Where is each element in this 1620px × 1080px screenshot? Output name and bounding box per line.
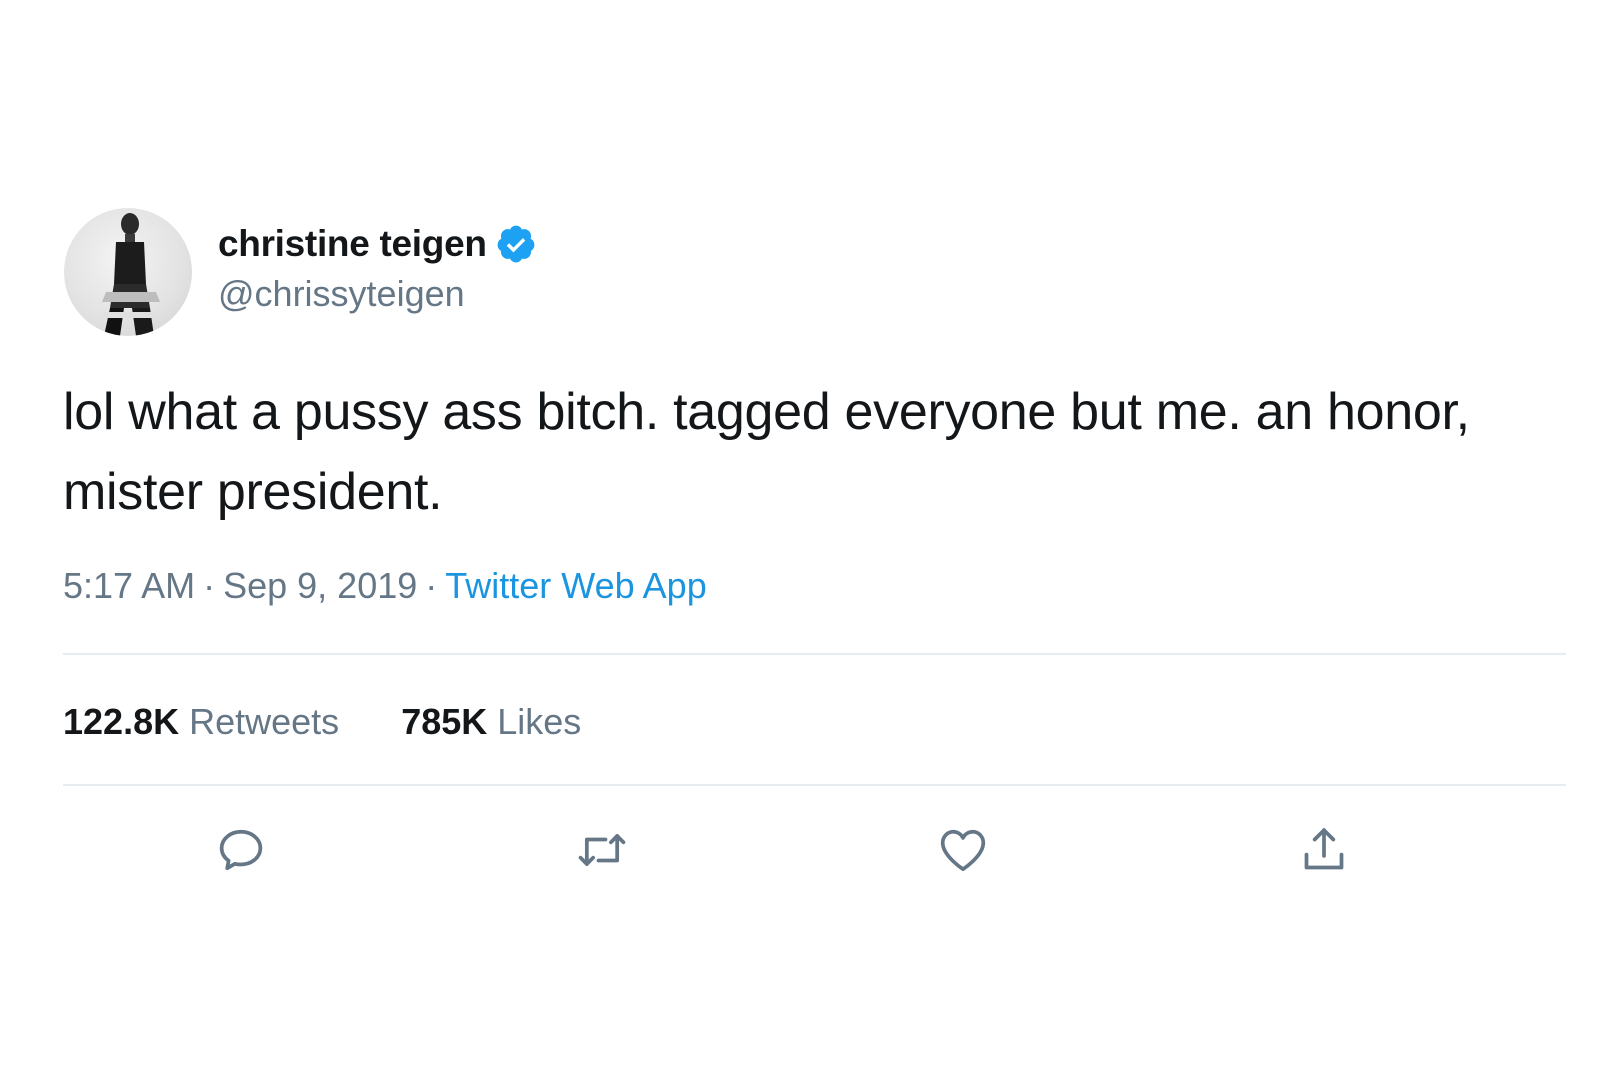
avatar[interactable] (64, 208, 192, 336)
tweet-stats: 122.8K Retweets 785K Likes (63, 700, 581, 744)
meta-separator: · (203, 565, 216, 606)
likes-stat[interactable]: 785K Likes (401, 700, 581, 744)
divider (63, 784, 1566, 786)
tweet-source-link[interactable]: Twitter Web App (445, 565, 706, 606)
retweets-count: 122.8K (63, 701, 180, 742)
retweets-stat[interactable]: 122.8K Retweets (63, 700, 339, 744)
meta-separator: · (425, 565, 438, 606)
tweet-text: lol what a pussy ass bitch. tagged every… (63, 383, 1470, 521)
verified-badge-icon (495, 223, 537, 265)
avatar-photo (102, 213, 160, 336)
tweet-card: christine teigen @chrissyteigen lol what… (63, 0, 1566, 1080)
author-name-row: christine teigen (218, 220, 537, 268)
author-handle[interactable]: @chrissyteigen (218, 272, 465, 316)
tweet-time[interactable]: 5:17 AM (63, 565, 195, 606)
retweet-icon (578, 834, 626, 866)
action-bar (63, 822, 1566, 878)
heart-icon (940, 829, 986, 871)
like-button[interactable] (935, 822, 991, 878)
display-name[interactable]: christine teigen (218, 220, 487, 268)
reply-icon (219, 829, 263, 871)
share-button[interactable] (1296, 822, 1352, 878)
retweets-label: Retweets (189, 701, 340, 742)
likes-label: Likes (497, 701, 582, 742)
tweet-meta: 5:17 AM · Sep 9, 2019 · Twitter Web App (63, 564, 707, 608)
reply-button[interactable] (213, 822, 269, 878)
retweet-button[interactable] (574, 822, 630, 878)
tweet-date[interactable]: Sep 9, 2019 (223, 565, 417, 606)
likes-count: 785K (401, 701, 488, 742)
share-icon (1304, 828, 1344, 870)
divider (63, 653, 1566, 655)
